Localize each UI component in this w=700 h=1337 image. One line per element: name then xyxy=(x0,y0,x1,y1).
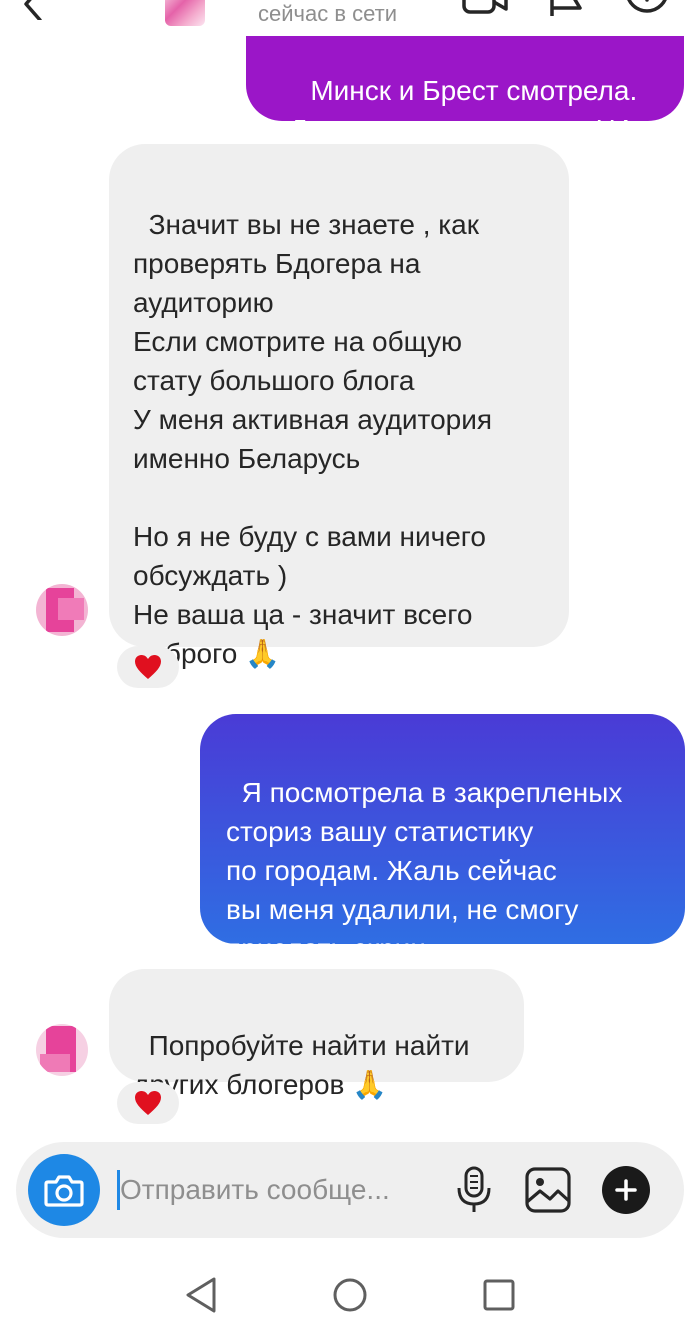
nav-back-icon[interactable] xyxy=(184,1276,218,1319)
camera-button[interactable] xyxy=(28,1154,100,1226)
message-text: Я посмотрела в закрепленых сториз вашу с… xyxy=(226,777,623,964)
video-call-icon[interactable] xyxy=(462,0,508,16)
message-text: Значит вы не знаете , как проверять Бдог… xyxy=(133,209,493,669)
system-navigation-bar xyxy=(0,1250,700,1337)
message-reaction[interactable] xyxy=(117,646,179,688)
flag-icon[interactable] xyxy=(548,0,584,16)
contact-avatar[interactable] xyxy=(165,0,205,26)
plus-icon xyxy=(615,1179,637,1201)
gallery-button[interactable] xyxy=(524,1166,572,1214)
back-arrow-icon[interactable] xyxy=(18,0,48,22)
message-text: Попробуйте найти найти других блогеров 🙏 xyxy=(133,1030,470,1100)
camera-icon xyxy=(44,1175,84,1207)
sender-avatar[interactable] xyxy=(36,1024,88,1076)
message-input[interactable] xyxy=(120,1168,440,1212)
message-reaction[interactable] xyxy=(117,1082,179,1124)
nav-recents-icon[interactable] xyxy=(482,1276,516,1319)
microphone-button[interactable] xyxy=(454,1166,494,1214)
online-status: сейчас в сети xyxy=(258,1,398,26)
heart-icon xyxy=(135,1091,161,1115)
outgoing-message[interactable]: Я посмотрела в закрепленых сториз вашу с… xyxy=(200,714,685,964)
info-icon[interactable] xyxy=(624,0,670,16)
gallery-icon xyxy=(525,1167,571,1213)
message-composer xyxy=(16,1142,684,1238)
incoming-message[interactable]: Значит вы не знаете , как проверять Бдог… xyxy=(109,144,569,669)
nav-home-icon[interactable] xyxy=(332,1276,368,1319)
chat-header: сейчас в сети xyxy=(0,0,700,36)
heart-icon xyxy=(135,655,161,679)
microphone-icon xyxy=(457,1166,491,1212)
add-attachment-button[interactable] xyxy=(602,1166,650,1214)
message-text: Минск и Брест смотрела. Другие города - … xyxy=(289,75,643,145)
incoming-message[interactable]: Попробуйте найти найти других блогеров 🙏 xyxy=(109,969,524,1100)
sender-avatar[interactable] xyxy=(36,584,88,636)
